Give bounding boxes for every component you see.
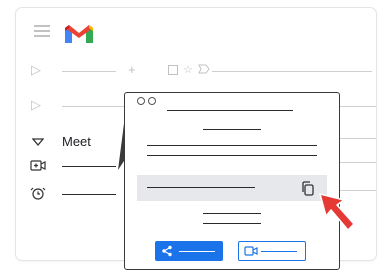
share-label-placeholder xyxy=(179,251,215,252)
schedule-label-placeholder xyxy=(62,194,116,195)
new-meeting-label-placeholder xyxy=(62,166,116,167)
email-subject-placeholder xyxy=(212,71,372,72)
meet-section-title[interactable]: Meet xyxy=(62,134,91,149)
share-icon xyxy=(162,245,172,257)
meeting-link-placeholder xyxy=(147,187,255,188)
email-line-placeholder xyxy=(336,162,376,163)
window-dot-icon[interactable] xyxy=(148,97,156,105)
window-dot-icon[interactable] xyxy=(137,97,145,105)
email-line-placeholder xyxy=(336,138,376,139)
menu-icon[interactable] xyxy=(34,24,50,38)
share-invite-button[interactable] xyxy=(155,241,223,261)
meeting-link-dialog xyxy=(124,92,340,270)
meet-collapse-icon[interactable] xyxy=(32,137,44,147)
new-meeting-icon[interactable] xyxy=(30,159,46,172)
dialog-text-placeholder xyxy=(147,145,317,146)
expand-arrow-icon[interactable]: ▷ xyxy=(31,98,41,112)
checkbox-icon[interactable] xyxy=(168,65,178,75)
video-camera-icon xyxy=(244,246,258,256)
star-icon[interactable]: ☆ xyxy=(183,63,193,77)
dialog-text-placeholder xyxy=(203,223,261,224)
gmail-logo xyxy=(65,25,93,43)
meeting-link-row[interactable] xyxy=(137,175,327,201)
email-line-placeholder xyxy=(336,190,376,191)
join-meeting-button[interactable] xyxy=(238,241,306,261)
label-placeholder xyxy=(62,71,116,72)
dialog-titlebar xyxy=(125,93,339,111)
copy-icon[interactable] xyxy=(301,181,315,196)
plus-icon[interactable]: + xyxy=(128,63,136,77)
dialog-text-placeholder xyxy=(147,155,317,156)
dialog-text-placeholder xyxy=(203,213,261,214)
join-label-placeholder xyxy=(261,251,297,252)
expand-arrow-icon[interactable]: ▷ xyxy=(31,63,41,77)
schedule-alarm-icon[interactable] xyxy=(30,185,46,201)
dialog-title-placeholder xyxy=(203,129,261,130)
email-line-placeholder xyxy=(336,106,376,107)
titlebar-text-placeholder xyxy=(167,110,293,111)
arrow-cursor-icon xyxy=(319,193,355,231)
label-tag-icon[interactable] xyxy=(198,64,210,74)
